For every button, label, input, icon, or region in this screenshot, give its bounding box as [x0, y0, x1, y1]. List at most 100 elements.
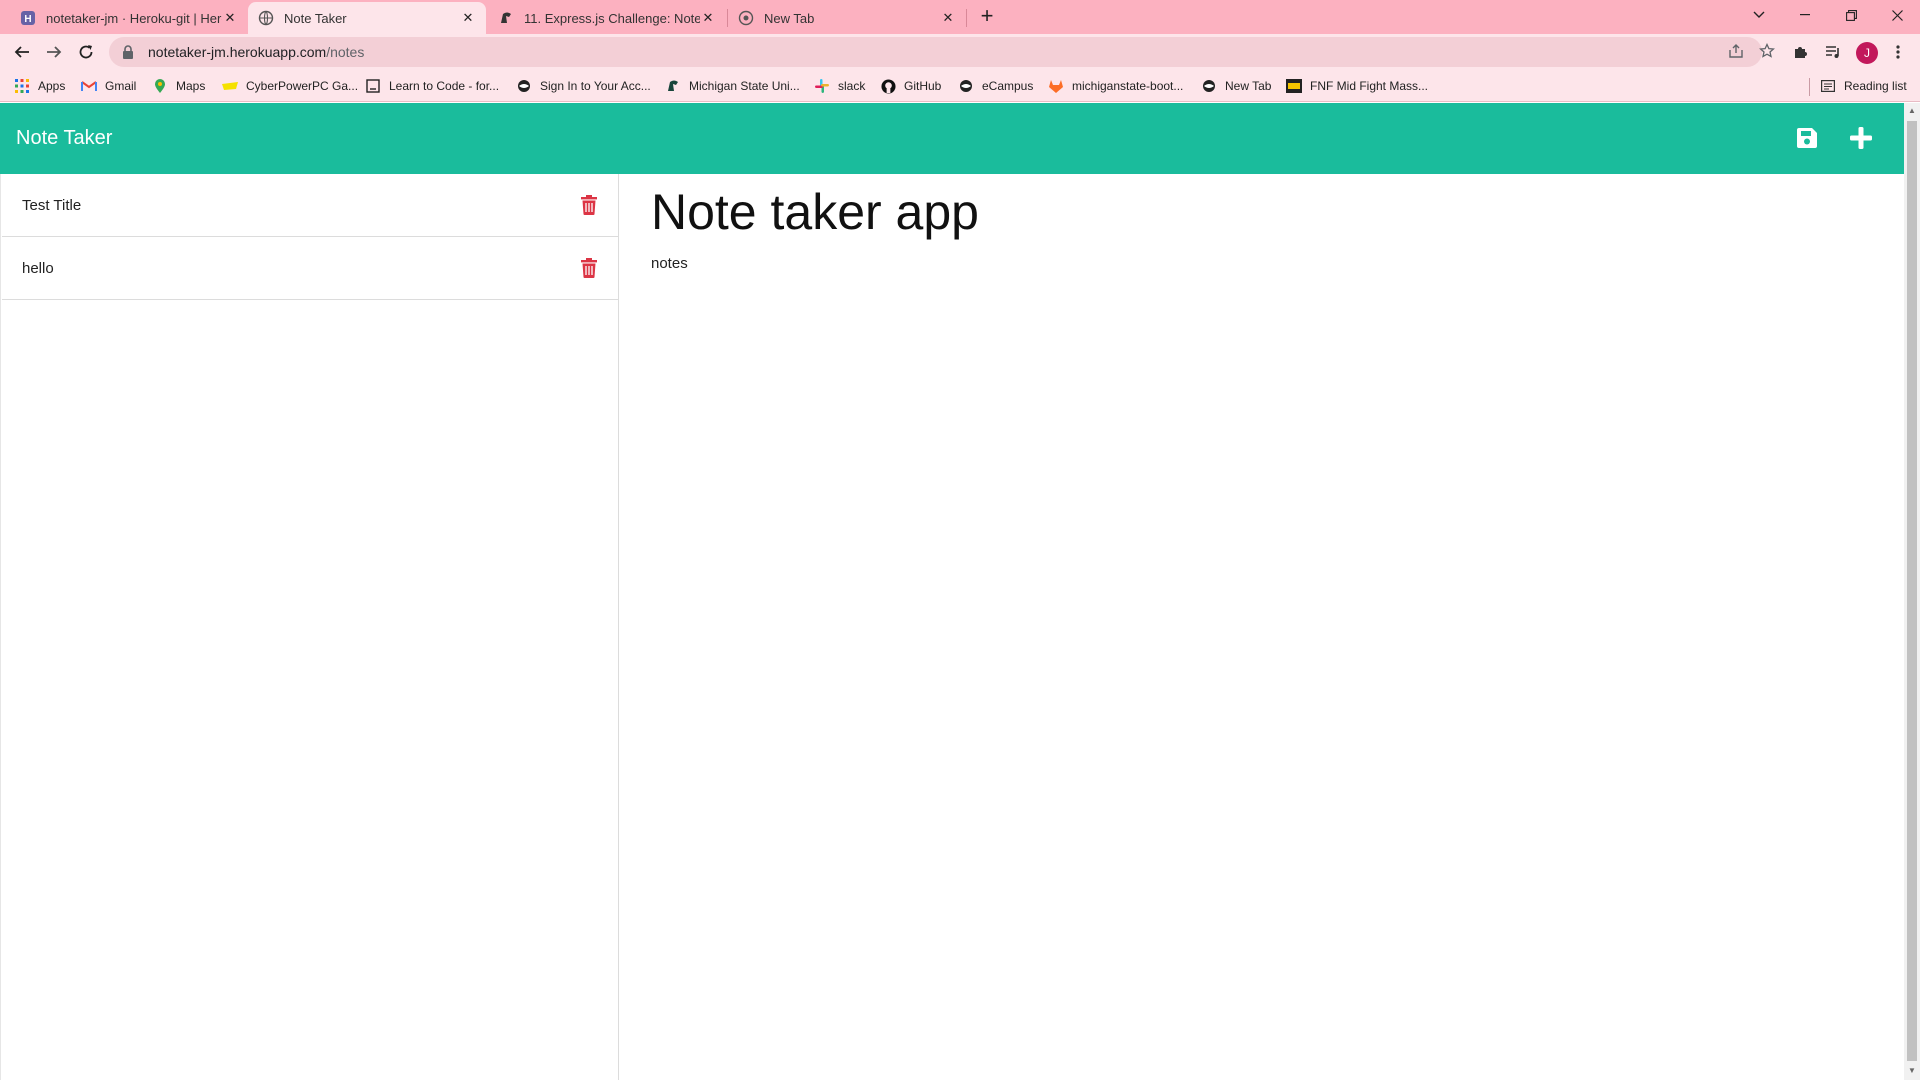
cyberpower-icon	[222, 78, 238, 94]
save-note-icon[interactable]	[1792, 123, 1822, 153]
globe-icon	[516, 78, 532, 94]
bookmark-gitlab[interactable]: michiganstate-boot...	[1048, 76, 1183, 96]
bookmark-label: eCampus	[982, 79, 1034, 93]
heroku-icon: H	[20, 10, 36, 26]
fnf-icon	[1286, 78, 1302, 94]
bookmark-label: New Tab	[1225, 79, 1272, 93]
reading-list-button[interactable]: Reading list	[1820, 76, 1907, 96]
gmail-icon	[81, 78, 97, 94]
note-list-item[interactable]: Test Title	[2, 174, 619, 237]
tab-title: 11. Express.js Challenge: Note Taker	[524, 10, 700, 26]
tab-separator	[966, 9, 967, 27]
bookmark-label: GitHub	[904, 79, 942, 93]
note-list-item[interactable]: hello	[2, 237, 619, 300]
globe-icon	[1201, 78, 1217, 94]
tab-title: New Tab	[764, 10, 815, 26]
note-editor: Note taker app notes	[651, 183, 979, 272]
bookmark-apps[interactable]: Apps	[14, 76, 65, 96]
lock-icon[interactable]	[122, 45, 138, 59]
bookmark-michigan-state[interactable]: Michigan State Uni...	[665, 76, 800, 96]
tab-title: Note Taker	[284, 10, 347, 26]
freecodecamp-icon	[365, 78, 381, 94]
bookmark-gmail[interactable]: Gmail	[81, 76, 136, 96]
browser-toolbar: notetaker-jm.herokuapp.com/notes J	[0, 34, 1920, 70]
app-header: Note Taker	[0, 103, 1904, 174]
note-text-field[interactable]: notes	[651, 255, 979, 272]
bookmark-label: michiganstate-boot...	[1072, 79, 1184, 93]
note-list-title[interactable]: Test Title	[22, 197, 579, 214]
bookmark-label: Learn to Code - for...	[389, 79, 500, 93]
tab-express-challenge[interactable]: 11. Express.js Challenge: Note Taker ✕	[488, 2, 726, 34]
bookmark-star-icon[interactable]	[1757, 41, 1777, 61]
bookmark-maps[interactable]: Maps	[152, 76, 205, 96]
note-taker-page: Note Taker Test Title hello Note taker a…	[0, 103, 1904, 1080]
bookmark-label: Gmail	[105, 79, 137, 93]
bookmark-ecampus[interactable]: eCampus	[958, 76, 1033, 96]
reading-list-icon	[1820, 78, 1836, 94]
tab-new-tab[interactable]: New Tab ✕	[728, 2, 966, 34]
bookmarks-separator	[1809, 78, 1810, 96]
bookmark-sign-in[interactable]: Sign In to Your Acc...	[516, 76, 651, 96]
bookmark-slack[interactable]: slack	[814, 76, 865, 96]
kebab-menu-icon[interactable]	[1888, 42, 1908, 62]
bookmark-cyberpowerpc[interactable]: CyberPowerPC Ga...	[222, 76, 358, 96]
spartan-icon	[498, 10, 514, 26]
restore-icon[interactable]	[1828, 0, 1874, 30]
reading-list-label: Reading list	[1844, 79, 1907, 93]
note-list-title[interactable]: hello	[22, 260, 579, 277]
url-text: notetaker-jm.herokuapp.com/notes	[148, 44, 364, 60]
close-icon[interactable]: ✕	[222, 10, 238, 26]
bookmark-new-tab[interactable]: New Tab	[1201, 76, 1271, 96]
forward-arrow-icon[interactable]	[42, 40, 66, 64]
app-brand[interactable]: Note Taker	[16, 127, 112, 150]
close-icon[interactable]: ✕	[940, 10, 956, 26]
note-list: Test Title hello	[0, 174, 619, 1080]
extensions-puzzle-icon[interactable]	[1790, 42, 1810, 62]
delete-trash-icon[interactable]	[579, 194, 599, 216]
close-window-icon[interactable]	[1874, 0, 1920, 30]
tab-note-taker[interactable]: Note Taker ✕	[248, 2, 486, 34]
page-scrollbar[interactable]: ▲ ▼	[1904, 103, 1920, 1080]
note-title-field[interactable]: Note taker app	[651, 183, 979, 241]
back-arrow-icon[interactable]	[10, 40, 34, 64]
url-path: /notes	[326, 44, 365, 60]
tab-title: notetaker-jm · Heroku-git | Heroku	[46, 10, 222, 26]
new-tab-plus-icon[interactable]: +	[976, 5, 998, 28]
bookmark-label: Maps	[176, 79, 206, 93]
reload-icon[interactable]	[74, 40, 98, 64]
new-note-plus-icon[interactable]	[1846, 123, 1876, 153]
svg-text:H: H	[24, 14, 31, 25]
delete-trash-icon[interactable]	[579, 257, 599, 279]
bookmark-label: Apps	[38, 79, 66, 93]
url-host: notetaker-jm.herokuapp.com	[148, 44, 327, 60]
address-bar[interactable]: notetaker-jm.herokuapp.com/notes	[109, 37, 1775, 67]
apps-grid-icon	[14, 78, 30, 94]
maps-icon	[152, 78, 168, 94]
close-icon[interactable]: ✕	[700, 10, 716, 26]
bookmark-label: FNF Mid Fight Mass...	[1310, 79, 1429, 93]
bookmark-label: Sign In to Your Acc...	[540, 79, 651, 93]
bookmark-github[interactable]: GitHub	[880, 76, 941, 96]
profile-avatar[interactable]: J	[1856, 42, 1878, 64]
globe-icon	[958, 78, 974, 94]
close-icon[interactable]: ✕	[460, 10, 476, 26]
gitlab-icon	[1048, 78, 1064, 94]
bookmark-freecodecamp[interactable]: Learn to Code - for...	[365, 76, 499, 96]
bookmarks-bar: Apps Gmail Maps CyberPowerPC Ga... Learn…	[0, 70, 1920, 102]
scrollbar-thumb[interactable]	[1907, 121, 1917, 1061]
bookmark-label: Michigan State Uni...	[689, 79, 800, 93]
bookmark-label: CyberPowerPC Ga...	[246, 79, 359, 93]
github-icon	[880, 78, 896, 94]
minimize-icon[interactable]	[1782, 0, 1828, 30]
bookmark-fnf[interactable]: FNF Mid Fight Mass...	[1286, 76, 1428, 96]
media-queue-icon[interactable]	[1823, 42, 1843, 62]
tab-heroku[interactable]: H notetaker-jm · Heroku-git | Heroku ✕	[10, 2, 248, 34]
scroll-down-arrow-icon[interactable]: ▼	[1908, 1067, 1916, 1075]
tab-search-chevron-icon[interactable]	[1736, 0, 1782, 30]
chrome-icon	[738, 10, 754, 26]
slack-icon	[814, 78, 830, 94]
bookmark-label: slack	[838, 79, 866, 93]
spartan-icon	[665, 78, 681, 94]
scroll-up-arrow-icon[interactable]: ▲	[1908, 107, 1916, 115]
share-icon[interactable]	[1726, 41, 1746, 61]
